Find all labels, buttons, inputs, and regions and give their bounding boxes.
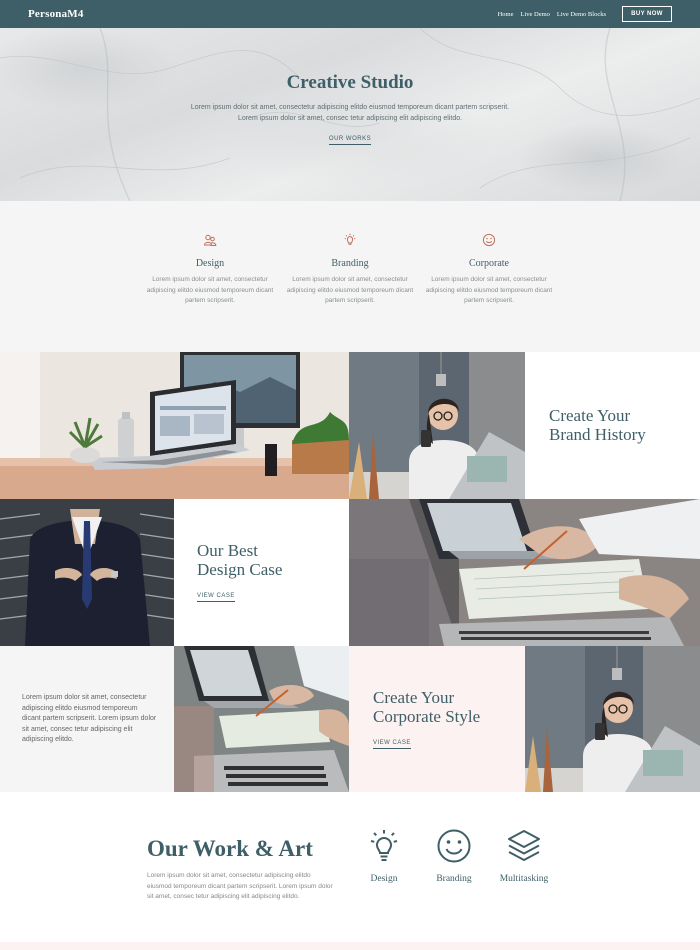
corporate-style-line2: Corporate Style xyxy=(373,707,481,726)
nav-link-live-demo[interactable]: Live Demo xyxy=(520,11,549,18)
our-works-link[interactable]: OUR WORKS xyxy=(328,136,372,145)
services-section: Design Lorem ipsum dolor sit amet, conse… xyxy=(0,201,700,352)
hero-text: Lorem ipsum dolor sit amet, consectetur … xyxy=(190,104,510,122)
service-branding: Branding Lorem ipsum dolor sit amet, con… xyxy=(285,233,415,307)
intro-text-block: Lorem ipsum dolor sit amet, consectetur … xyxy=(0,646,174,792)
photo-woman-2-art xyxy=(525,646,700,792)
service-title: Branding xyxy=(331,258,369,269)
service-text: Lorem ipsum dolor sit amet, consectetur … xyxy=(146,276,274,304)
photo-desk-art xyxy=(0,352,349,499)
best-design-case-block: Our Best Design Case VIEW CASE xyxy=(174,499,349,646)
top-navbar: PersonaM4 Home Live Demo Live Demo Block… xyxy=(0,0,700,28)
brand-history-heading: Create Your Brand History xyxy=(549,406,646,444)
brand-history-block: Create Your Brand History xyxy=(525,352,700,499)
brand-history-line1: Create Your xyxy=(549,406,631,425)
photo-businessman-art xyxy=(0,499,174,646)
service-title: Corporate xyxy=(469,258,509,269)
photo-laptop-notebook xyxy=(174,646,349,792)
work-art-section: Our Work & Art Lorem ipsum dolor sit ame… xyxy=(0,792,700,942)
service-text: Lorem ipsum dolor sit amet, consectetur … xyxy=(425,276,553,304)
service-corporate: Corporate Lorem ipsum dolor sit amet, co… xyxy=(424,233,554,307)
feature-label: Multitasking xyxy=(499,874,549,884)
brand-history-line2: Brand History xyxy=(549,425,646,444)
smiley-icon xyxy=(437,829,471,863)
intro-paragraph: Lorem ipsum dolor sit amet, consectetur … xyxy=(22,694,157,743)
view-case-link[interactable]: VIEW CASE xyxy=(373,740,411,749)
feature-branding: Branding xyxy=(419,828,489,884)
photo-desk-workspace xyxy=(0,352,349,499)
best-case-heading: Our Best Design Case VIEW CASE xyxy=(197,541,282,602)
hero-section: Creative Studio Lorem ipsum dolor sit am… xyxy=(0,28,700,201)
view-case-link[interactable]: VIEW CASE xyxy=(197,593,235,602)
photo-woman-phone-2 xyxy=(525,646,700,792)
people-icon xyxy=(203,234,217,246)
nav-links: Home Live Demo Live Demo Blocks BUY NOW xyxy=(491,6,672,22)
photo-laptop-notebook-art xyxy=(174,646,349,792)
lightbulb-icon xyxy=(370,830,398,861)
best-case-line1: Our Best xyxy=(197,541,258,560)
work-art-text: Lorem ipsum dolor sit amet, consectetur … xyxy=(147,872,333,900)
photo-woman-phone xyxy=(349,352,525,499)
work-art-title: Our Work & Art xyxy=(147,836,313,861)
service-design: Design Lorem ipsum dolor sit amet, conse… xyxy=(145,233,275,307)
feature-multitasking: Multitasking xyxy=(489,828,559,884)
footer-strip xyxy=(0,942,700,950)
nav-link-live-demo-blocks[interactable]: Live Demo Blocks xyxy=(557,11,606,18)
layers-icon xyxy=(508,830,540,861)
feature-label: Branding xyxy=(436,874,472,884)
corporate-style-line1: Create Your xyxy=(373,688,455,707)
smiley-icon xyxy=(482,233,496,247)
service-title: Design xyxy=(195,258,225,269)
best-case-line2: Design Case xyxy=(197,560,283,579)
corporate-style-block: Create Your Corporate Style VIEW CASE xyxy=(349,646,525,792)
corporate-style-heading: Create Your Corporate Style VIEW CASE xyxy=(373,688,480,749)
photo-woman-art xyxy=(349,352,525,499)
service-text: Lorem ipsum dolor sit amet, consectetur … xyxy=(286,276,414,304)
nav-link-home[interactable]: Home xyxy=(498,11,514,18)
photo-hands-writing-laptop xyxy=(349,499,700,646)
lightbulb-icon xyxy=(344,233,356,245)
feature-design: Design xyxy=(349,828,419,884)
hero-content: Creative Studio Lorem ipsum dolor sit am… xyxy=(0,72,700,145)
photo-businessman-suit xyxy=(0,499,174,646)
brand-logo[interactable]: PersonaM4 xyxy=(28,8,84,20)
photo-hands-art xyxy=(349,499,700,646)
buy-now-button[interactable]: BUY NOW xyxy=(622,6,672,22)
feature-label: Design xyxy=(370,874,398,884)
hero-title: Creative Studio xyxy=(286,72,414,93)
